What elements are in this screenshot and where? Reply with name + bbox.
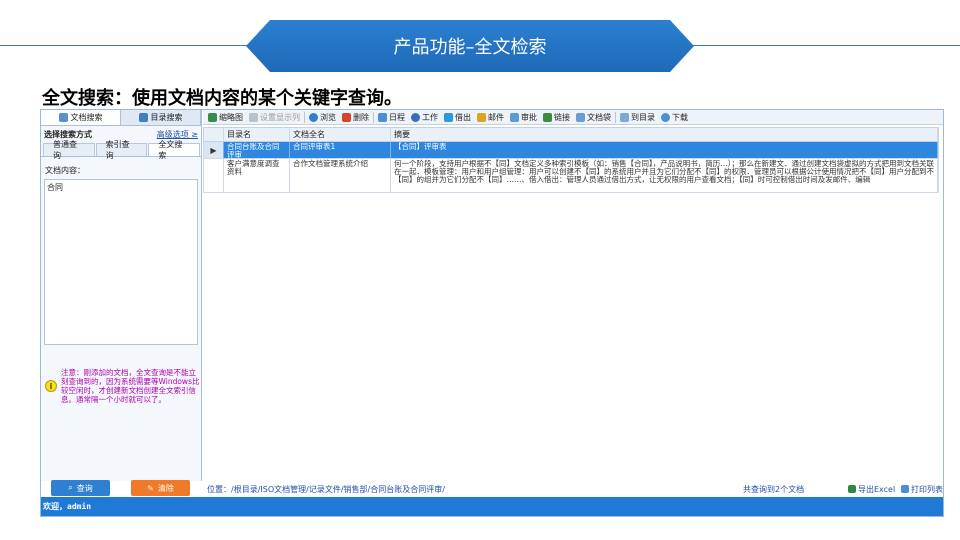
toolbar-separator	[304, 111, 305, 123]
column-header-summary[interactable]: 摘要	[391, 128, 938, 141]
table-header: 目录名 文档全名 摘要	[203, 127, 939, 142]
row-marker	[204, 159, 224, 192]
columns-icon	[249, 112, 258, 122]
column-header-document-name[interactable]: 文档全名	[290, 128, 391, 141]
results-toolbar: 缩略图 设置显示列 浏览 删除 日程 工作 借出 邮件 审批 链接 文档袋 到目…	[203, 110, 943, 125]
lend-button[interactable]: 借出	[441, 112, 474, 123]
directory-search-icon	[138, 113, 148, 122]
person-icon	[411, 112, 420, 122]
mail-button[interactable]: 邮件	[474, 112, 507, 123]
document-search-icon	[58, 113, 68, 122]
link-icon	[543, 112, 552, 122]
print-list-button[interactable]: 打印列表	[901, 484, 943, 495]
cell-directory: 合同台账及合同评审	[224, 142, 290, 158]
link-button[interactable]: 链接	[540, 112, 573, 123]
results-table: 目录名 文档全名 摘要 ▶ 合同台账及合同评审 合同评审表1 【合同】评审表 客…	[203, 127, 939, 193]
download-button[interactable]: 下载	[658, 112, 691, 123]
cell-summary: 何一个阶段，支持用户根据不【同】文档定义多种索引模板（如：销售【合同】，产品说明…	[391, 159, 938, 192]
table-row[interactable]: ▶ 合同台账及合同评审 合同评审表1 【合同】评审表	[203, 142, 939, 159]
fulltext-note-text: 注意：刚添加的文档，全文查询是不能立刻查询到的，因为系统需要等Windows比较…	[61, 368, 200, 404]
document-content-label: 文档内容：	[45, 166, 85, 175]
welcome-text: 欢迎，admin	[43, 502, 92, 511]
cell-summary: 【合同】评审表	[391, 142, 938, 158]
app-window: 文档搜索 目录搜索 选择搜索方式 高级选项 ≥ 普通查询 索引查询 全文搜索 文…	[40, 109, 944, 517]
slide-title-banner: 产品功能–全文检索	[246, 20, 694, 72]
app-statusbar: 欢迎，admin	[41, 497, 943, 516]
results-panel: 缩略图 设置显示列 浏览 删除 日程 工作 借出 邮件 审批 链接 文档袋 到目…	[203, 110, 943, 499]
cell-directory: 客户满意度调查资料	[224, 159, 290, 192]
approve-button[interactable]: 审批	[507, 112, 540, 123]
column-header-marker	[204, 128, 224, 141]
results-footer: 位置：/根目录/ISO文档管理/记录文件/销售部/合同台账及合同评审/ 共查询到…	[203, 479, 943, 499]
eraser-icon: ✎	[147, 483, 154, 493]
tab-index-query[interactable]: 索引查询	[95, 140, 148, 160]
toolbar-separator	[373, 111, 374, 123]
info-icon: i	[45, 380, 57, 392]
toolbar-separator	[615, 111, 616, 123]
column-header-directory[interactable]: 目录名	[224, 128, 290, 141]
document-bag-icon	[576, 112, 585, 122]
slide-subtitle: 全文搜索：使用文档内容的某个关键字查询。	[42, 88, 402, 109]
cell-document-name: 合作文档管理系统介绍	[290, 159, 391, 192]
delete-icon	[342, 112, 351, 122]
search-panel-tabs: 文档搜索 目录搜索	[41, 110, 201, 126]
fulltext-note: i 注意：刚添加的文档，全文查询是不能立刻查询到的，因为系统需要等Windows…	[45, 368, 201, 404]
work-button[interactable]: 工作	[408, 112, 441, 123]
printer-icon	[901, 485, 909, 493]
browse-button[interactable]: 浏览	[306, 112, 339, 123]
mail-icon	[477, 112, 486, 122]
slide-title: 产品功能–全文检索	[393, 37, 547, 58]
tab-document-search[interactable]: 文档搜索	[41, 110, 121, 125]
thumbnail-icon	[208, 112, 217, 122]
search-mode-tabs: 普通查询 索引查询 全文搜索	[41, 140, 201, 160]
document-content-input[interactable]: 合同	[44, 179, 198, 345]
table-row[interactable]: 客户满意度调查资料 合作文档管理系统介绍 何一个阶段，支持用户根据不【同】文档定…	[203, 159, 939, 193]
result-count: 共查询到2个文档	[743, 484, 805, 494]
tab-fulltext-search[interactable]: 全文搜索	[148, 140, 201, 160]
tab-directory-search[interactable]: 目录搜索	[121, 110, 201, 125]
thumbnail-button[interactable]: 缩略图	[205, 112, 246, 123]
calendar-icon	[378, 112, 387, 122]
export-excel-button[interactable]: 导出Excel	[848, 484, 895, 495]
search-icon: ⌕	[68, 483, 73, 492]
excel-icon	[848, 485, 856, 493]
clear-button[interactable]: ✎ 清除	[131, 480, 190, 496]
eye-icon	[309, 112, 318, 122]
search-actions: ⌕ 查询 ✎ 清除	[41, 479, 202, 499]
go-to-directory-button[interactable]: 到目录	[617, 112, 658, 123]
row-selected-marker: ▶	[204, 142, 224, 158]
delete-button[interactable]: 删除	[339, 112, 372, 123]
schedule-button[interactable]: 日程	[375, 112, 408, 123]
lend-icon	[444, 112, 453, 122]
tab-normal-query[interactable]: 普通查询	[43, 140, 95, 160]
directory-icon	[620, 112, 629, 122]
set-columns-button[interactable]: 设置显示列	[246, 112, 303, 123]
search-panel: 文档搜索 目录搜索 选择搜索方式 高级选项 ≥ 普通查询 索引查询 全文搜索 文…	[41, 110, 202, 481]
query-button[interactable]: ⌕ 查询	[51, 480, 110, 496]
location-path: 位置：/根目录/ISO文档管理/记录文件/销售部/合同台账及合同评审/	[207, 484, 445, 494]
download-icon	[661, 112, 670, 122]
approve-icon	[510, 112, 519, 122]
cell-document-name: 合同评审表1	[290, 142, 391, 158]
document-bag-button[interactable]: 文档袋	[573, 112, 614, 123]
